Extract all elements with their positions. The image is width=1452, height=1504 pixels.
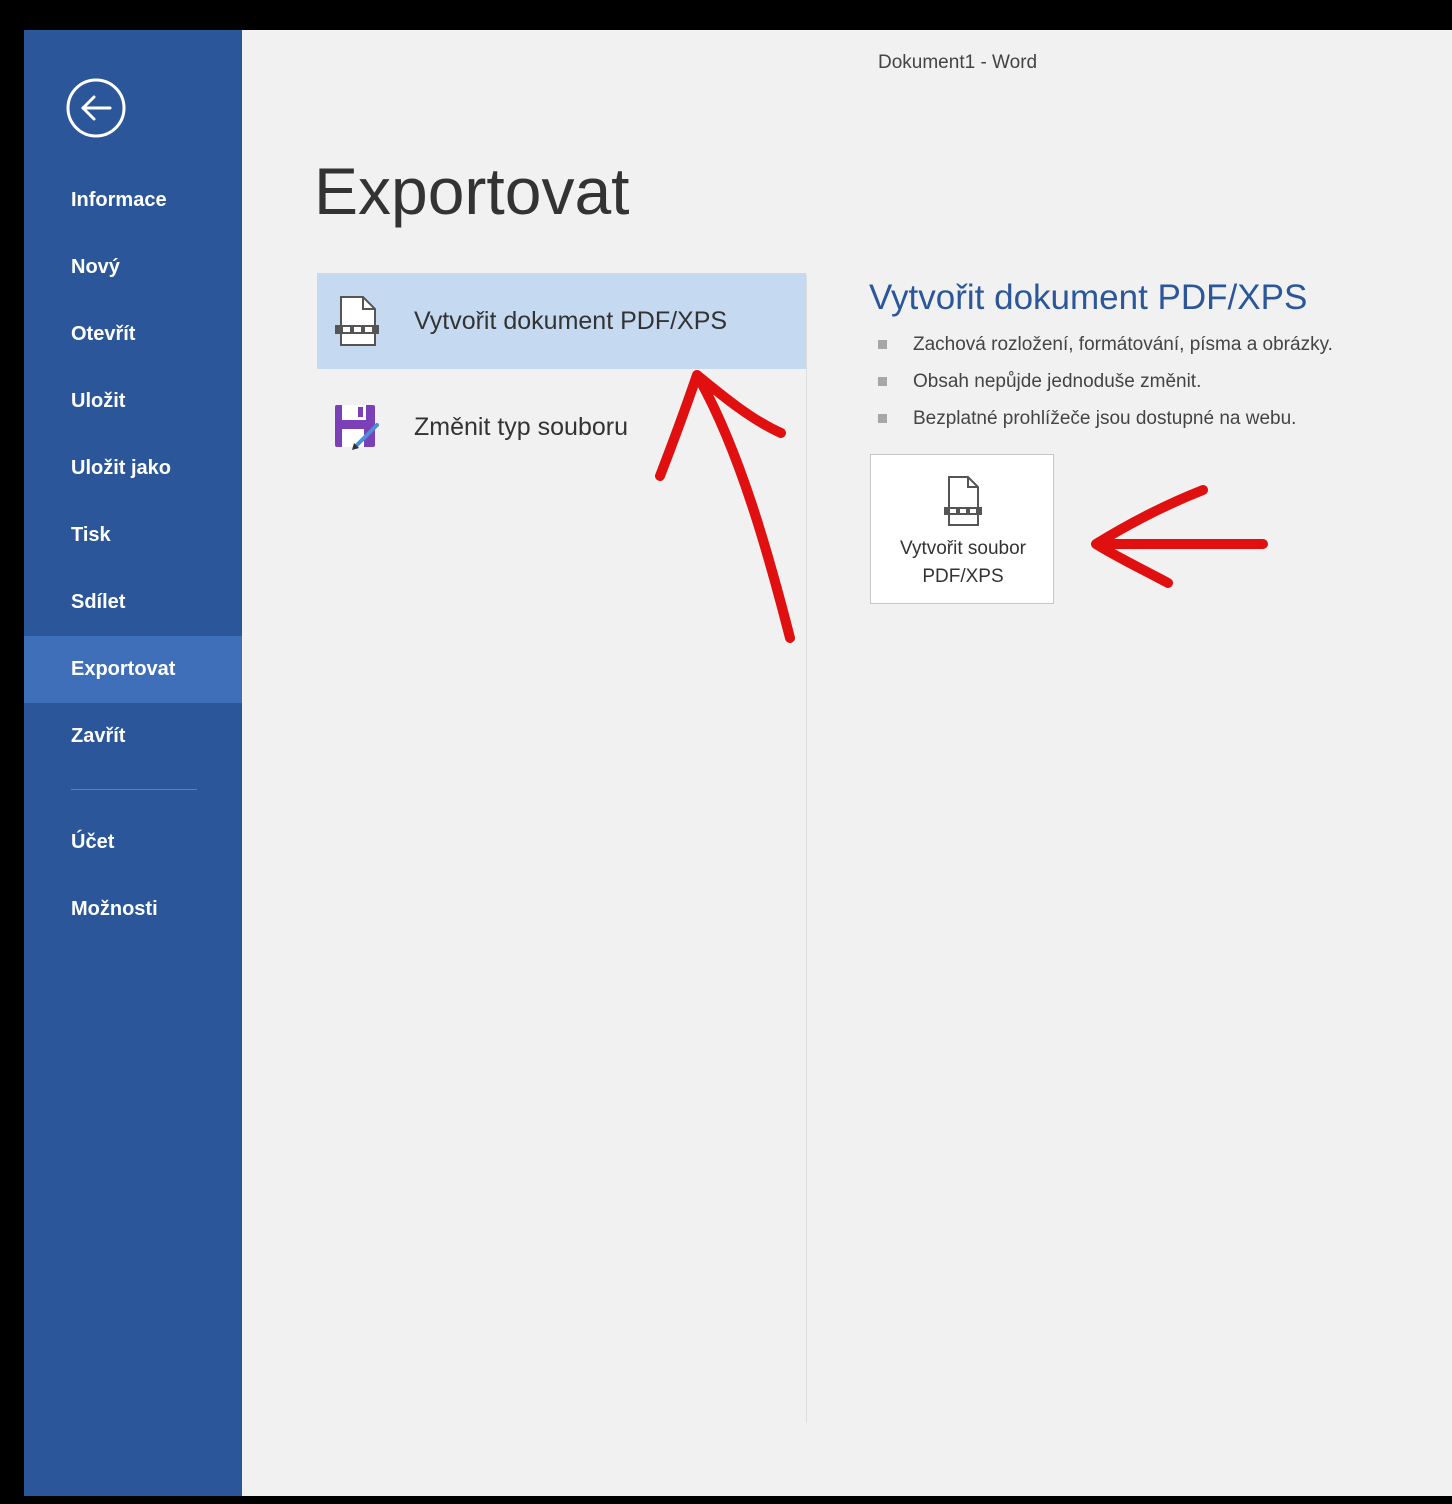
create-button-label: Vytvořit soubor PDF/XPS xyxy=(871,535,1055,591)
list-item: Bezplatné prohlížeče jsou dostupné na we… xyxy=(876,406,1333,443)
nav-item-label: Uložit jako xyxy=(71,457,172,479)
create-button-label-line2: PDF/XPS xyxy=(922,566,1004,587)
option-create-pdf-xps[interactable]: Vytvořit dokument PDF/XPS xyxy=(317,273,806,369)
nav-item-informace[interactable]: Informace xyxy=(24,167,242,234)
nav-item-sdilet[interactable]: Sdílet xyxy=(24,569,242,636)
bullet-text: Zachová rozložení, formátování, písma a … xyxy=(913,334,1333,355)
page-title: Exportovat xyxy=(314,154,630,228)
nav-item-label: Účet xyxy=(71,831,115,853)
list-item: Zachová rozložení, formátování, písma a … xyxy=(876,332,1333,369)
list-item: Obsah nepůjde jednoduše změnit. xyxy=(876,369,1333,406)
nav-item-novy[interactable]: Nový xyxy=(24,234,242,301)
bullet-square-icon xyxy=(878,414,887,423)
option-label: Vytvořit dokument PDF/XPS xyxy=(414,307,728,335)
nav-item-otevrit[interactable]: Otevřít xyxy=(24,301,242,368)
nav-item-label: Zavřít xyxy=(71,725,126,747)
nav-item-label: Nový xyxy=(71,256,120,278)
sidebar-divider xyxy=(71,789,197,790)
save-as-floppy-icon xyxy=(333,401,381,453)
bullet-text: Bezplatné prohlížeče jsou dostupné na we… xyxy=(913,408,1297,429)
backstage-sidebar: Informace Nový Otevřít Uložit Uložit jak… xyxy=(24,30,242,1496)
nav-item-ulozit[interactable]: Uložit xyxy=(24,368,242,435)
nav-item-label: Sdílet xyxy=(71,591,126,613)
nav-item-label: Informace xyxy=(71,189,167,211)
nav-item-zavrit[interactable]: Zavřít xyxy=(24,703,242,770)
nav-item-ucet[interactable]: Účet xyxy=(24,809,242,876)
bullet-square-icon xyxy=(878,340,887,349)
nav-item-label: Možnosti xyxy=(71,898,158,920)
detail-bullet-list: Zachová rozložení, formátování, písma a … xyxy=(876,332,1333,443)
nav-item-moznosti[interactable]: Možnosti xyxy=(24,876,242,943)
nav-item-label: Tisk xyxy=(71,524,111,546)
nav-item-label: Uložit xyxy=(71,390,126,412)
back-arrow-icon[interactable] xyxy=(66,78,126,138)
panel-divider xyxy=(806,275,807,1423)
create-button-label-line1: Vytvořit soubor xyxy=(899,538,1026,559)
pdf-document-icon xyxy=(942,475,984,527)
option-label: Změnit typ souboru xyxy=(414,413,628,441)
nav-item-label: Otevřít xyxy=(71,323,136,345)
nav-item-exportovat[interactable]: Exportovat xyxy=(24,636,242,703)
pdf-document-icon xyxy=(333,295,381,347)
option-change-file-type[interactable]: Změnit typ souboru xyxy=(317,379,806,475)
nav-item-label: Exportovat xyxy=(71,658,176,680)
bullet-square-icon xyxy=(878,377,887,386)
word-backstage-window: Informace Nový Otevřít Uložit Uložit jak… xyxy=(24,30,1452,1496)
detail-title: Vytvořit dokument PDF/XPS xyxy=(869,278,1308,317)
bullet-text: Obsah nepůjde jednoduše změnit. xyxy=(913,371,1202,392)
create-pdf-xps-button[interactable]: Vytvořit soubor PDF/XPS xyxy=(870,454,1054,604)
nav-item-tisk[interactable]: Tisk xyxy=(24,502,242,569)
nav-item-ulozit-jako[interactable]: Uložit jako xyxy=(24,435,242,502)
window-title: Dokument1 - Word xyxy=(878,52,1038,73)
